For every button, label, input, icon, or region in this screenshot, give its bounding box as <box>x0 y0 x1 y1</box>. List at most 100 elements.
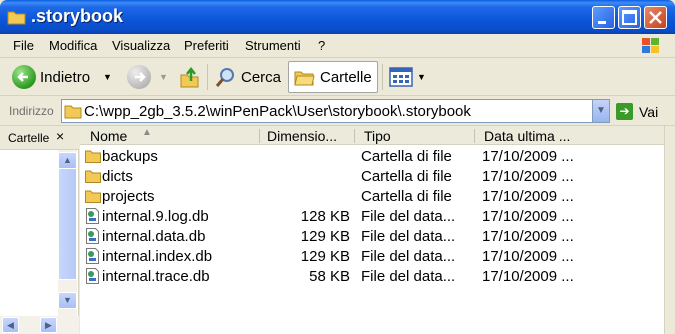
forward-arrow-icon <box>127 65 151 89</box>
file-size: 58 KB <box>309 268 350 285</box>
folders-label: Cartelle <box>320 68 372 86</box>
vertical-scrollbar[interactable]: ▲ ▼ <box>58 150 77 318</box>
file-size: 128 KB <box>300 208 350 225</box>
file-size: 129 KB <box>300 248 350 265</box>
folder-tree-pane[interactable]: Cartelle × ▲ ▼ ◀ ▶ <box>0 126 79 334</box>
db-file-icon <box>86 248 99 264</box>
file-name: backups <box>102 148 158 165</box>
menu-preferiti[interactable]: Preferiti <box>184 38 229 53</box>
menu-modifica[interactable]: Modifica <box>49 38 97 53</box>
folder-icon <box>64 105 82 119</box>
views-button[interactable]: ▼ <box>389 61 426 93</box>
windows-logo-icon <box>642 38 659 53</box>
scroll-left-icon[interactable]: ◀ <box>2 317 19 333</box>
db-file-icon <box>86 268 99 284</box>
file-type: File del data... <box>361 228 456 245</box>
up-folder-button[interactable] <box>178 61 202 93</box>
window-title: .storybook <box>31 6 124 26</box>
scroll-right-icon[interactable]: ▶ <box>40 317 57 333</box>
file-name: internal.9.log.db <box>102 208 209 225</box>
list-item[interactable]: projects Cartella di file 17/10/2009 ... <box>80 187 664 207</box>
window-right-edge <box>664 126 675 334</box>
folder-icon <box>7 11 26 25</box>
forward-button[interactable]: ▼ <box>127 61 168 93</box>
file-type: File del data... <box>361 248 456 265</box>
scrollbar-thumb[interactable] <box>58 168 77 280</box>
address-label: Indirizzo <box>9 104 54 118</box>
minimize-button[interactable] <box>592 6 615 29</box>
column-header: Nome ▲ Dimensio... Tipo Data ultima ... <box>80 126 664 145</box>
column-name[interactable]: Nome <box>90 128 127 144</box>
list-item[interactable]: dicts Cartella di file 17/10/2009 ... <box>80 167 664 187</box>
file-type: Cartella di file <box>361 168 452 185</box>
column-divider[interactable] <box>474 129 475 143</box>
search-button[interactable]: Cerca <box>214 61 281 93</box>
file-date: 17/10/2009 ... <box>482 208 574 225</box>
search-label: Cerca <box>241 68 282 86</box>
address-input[interactable]: C:\wpp_2gb_3.5.2\winPenPack\User\storybo… <box>61 99 610 123</box>
toolbar-separator <box>382 64 383 90</box>
list-item[interactable]: internal.data.db 129 KB File del data...… <box>80 227 664 247</box>
close-icon <box>649 11 662 24</box>
folder-pane-title: Cartelle <box>8 131 50 145</box>
file-name: internal.trace.db <box>102 268 210 285</box>
file-name: dicts <box>102 168 133 185</box>
back-button[interactable]: Indietro ▼ <box>12 61 112 93</box>
horizontal-scrollbar[interactable]: ◀ ▶ <box>0 316 79 334</box>
folders-button[interactable]: Cartelle <box>288 61 378 93</box>
maximize-button[interactable] <box>618 6 641 29</box>
views-icon <box>389 67 413 87</box>
list-item[interactable]: internal.index.db 129 KB File del data..… <box>80 247 664 267</box>
views-dropdown-icon: ▼ <box>417 72 426 82</box>
file-name: internal.data.db <box>102 228 206 245</box>
go-label: Vai <box>639 103 659 120</box>
menu-strumenti[interactable]: Strumenti <box>245 38 301 53</box>
db-file-icon <box>86 228 99 244</box>
address-path: C:\wpp_2gb_3.5.2\winPenPack\User\storybo… <box>84 103 471 120</box>
maximize-icon <box>622 10 637 25</box>
menu-help[interactable]: ? <box>318 38 325 53</box>
forward-dropdown-icon[interactable]: ▼ <box>159 72 168 82</box>
up-folder-icon <box>180 66 199 88</box>
minimize-icon <box>598 21 606 24</box>
file-date: 17/10/2009 ... <box>482 188 574 205</box>
column-size[interactable]: Dimensio... <box>267 128 337 144</box>
folder-pane-header: Cartelle × <box>0 126 79 150</box>
menu-bar: File Modifica Visualizza Preferiti Strum… <box>0 34 675 58</box>
menu-file[interactable]: File <box>13 38 34 53</box>
file-type: Cartella di file <box>361 148 452 165</box>
address-bar: Indirizzo C:\wpp_2gb_3.5.2\winPenPack\Us… <box>0 96 675 126</box>
back-label: Indietro <box>40 68 91 86</box>
file-name: internal.index.db <box>102 248 213 265</box>
column-type[interactable]: Tipo <box>364 128 391 144</box>
list-item[interactable]: internal.trace.db 58 KB File del data...… <box>80 267 664 287</box>
file-date: 17/10/2009 ... <box>482 268 574 285</box>
file-date: 17/10/2009 ... <box>482 228 574 245</box>
list-item[interactable]: internal.9.log.db 128 KB File del data..… <box>80 207 664 227</box>
close-pane-icon[interactable]: × <box>56 128 64 144</box>
go-arrow-icon: ➔ <box>616 103 633 120</box>
file-date: 17/10/2009 ... <box>482 248 574 265</box>
scroll-down-icon[interactable]: ▼ <box>58 292 77 309</box>
close-button[interactable] <box>644 6 667 29</box>
db-file-icon <box>86 208 99 224</box>
list-item[interactable]: backups Cartella di file 17/10/2009 ... <box>80 147 664 167</box>
column-divider[interactable] <box>354 129 355 143</box>
scroll-up-icon[interactable]: ▲ <box>58 152 77 169</box>
toolbar-separator <box>207 64 208 90</box>
column-date[interactable]: Data ultima ... <box>484 128 570 144</box>
back-dropdown-icon[interactable]: ▼ <box>103 72 112 82</box>
folder-icon <box>85 170 101 183</box>
file-date: 17/10/2009 ... <box>482 168 574 185</box>
search-icon <box>215 68 234 87</box>
address-dropdown-icon[interactable]: ▼ <box>592 100 609 122</box>
menu-visualizza[interactable]: Visualizza <box>112 38 170 53</box>
file-list[interactable]: Nome ▲ Dimensio... Tipo Data ultima ... … <box>80 126 664 334</box>
go-button[interactable]: ➔ Vai <box>616 103 658 120</box>
file-size: 129 KB <box>300 228 350 245</box>
file-type: Cartella di file <box>361 188 452 205</box>
toolbar: Indietro ▼ ▼ Cerca Cartelle ▼ <box>0 58 675 96</box>
column-divider[interactable] <box>259 129 260 143</box>
title-bar[interactable]: .storybook <box>0 0 675 34</box>
sort-ascending-icon: ▲ <box>142 127 152 138</box>
